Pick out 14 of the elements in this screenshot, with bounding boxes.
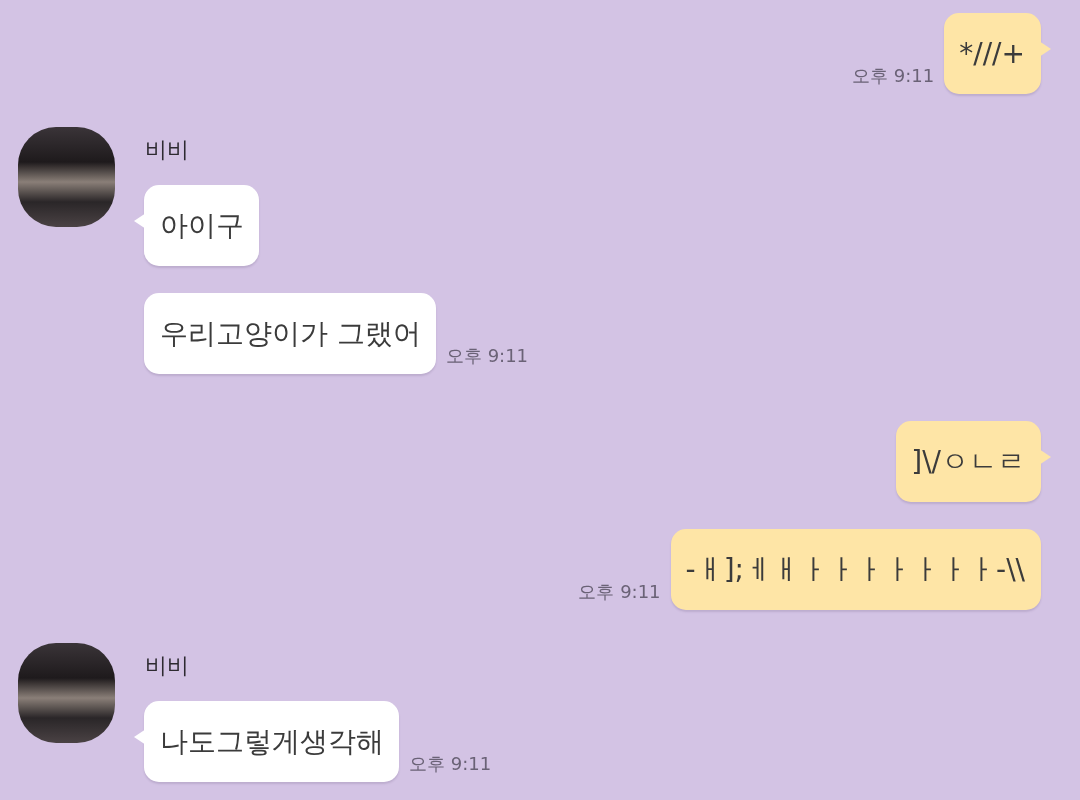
message-time: 오후 9:11 xyxy=(445,344,529,368)
message-bubble: *///+ xyxy=(944,13,1053,94)
message-time: 오후 9:11 xyxy=(852,64,935,88)
message-time: 오후 9:11 xyxy=(409,752,492,776)
message-time: 오후 9:11 xyxy=(578,580,661,604)
avatar-photo-placeholder[interactable] xyxy=(18,643,115,743)
sender-name: 비비 xyxy=(145,652,190,680)
message-bubble: 아이구 xyxy=(132,185,259,266)
message-bubble: 나도그렇게생각해 xyxy=(132,701,399,782)
message-bubble: 우리고양이가 그랬어 xyxy=(132,293,436,374)
avatar-photo-placeholder[interactable] xyxy=(18,127,115,227)
message-bubble: -ㅐ];ㅔㅐㅏㅏㅏㅏㅏㅏㅏ-\\ xyxy=(670,529,1053,610)
message-bubble: ]\/ㅇㄴㄹ xyxy=(896,421,1053,502)
sender-name: 비비 xyxy=(145,136,190,164)
